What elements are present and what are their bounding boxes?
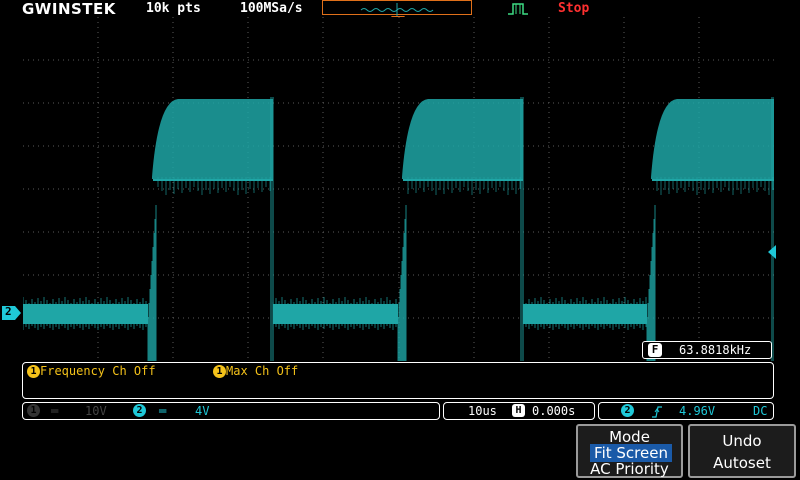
ch2-marker-label: 2 [5,305,12,318]
ch2-ground-marker[interactable]: 2 [2,305,22,324]
horizontal-position-badge: H [512,404,525,417]
trigger-level-marker[interactable] [766,244,776,263]
brand-logo: GWINSTEK [22,0,116,18]
ch1-badge[interactable]: 1 [27,404,40,417]
frequency-value: 63.8818kHz [679,343,752,357]
ch2-badge[interactable]: 2 [133,404,146,417]
ch1-scale: 10V [85,404,107,418]
overview-waveform-icon [360,3,434,16]
measurement-2-label: Max Ch Off [226,364,299,378]
frequency-readout: F 63.8818kHz [642,341,772,359]
trigger-status: 2 4.96V DC [598,402,774,420]
measurement-2[interactable]: 1 Max Ch Off [213,364,298,378]
channel-status: 1 ═ 10V 2 ═ 4V [22,402,440,420]
ch2-coupling-icon: ═ [159,404,167,418]
memory-overview-bar[interactable] [322,0,472,16]
measurement-2-source: 1 [213,365,226,378]
mode-softkey[interactable]: Mode Fit Screen AC Priority [576,424,683,478]
waveform-display [23,17,774,361]
rising-edge-icon [651,404,663,423]
measurement-1-label: Frequency Ch Off [40,364,156,378]
timebase-status: 10us H 0.000s [443,402,595,420]
frequency-badge: F [648,343,662,357]
measurement-panel: 1 Frequency Ch Off 1 Max Ch Off [22,362,774,399]
ch1-coupling-icon: ═ [51,404,59,418]
autoset-label: Autoset [713,454,771,472]
run-stop-status[interactable]: Stop [558,1,589,16]
trigger-level[interactable]: 4.96V [679,404,715,418]
timebase-value[interactable]: 10us [468,404,497,418]
record-length: 10k pts [146,1,201,16]
ch2-scale: 4V [195,404,210,418]
trigger-coupling: DC [753,404,768,418]
measurement-1[interactable]: 1 Frequency Ch Off [27,364,156,378]
undo-label: Undo [722,432,762,450]
undo-autoset-softkey[interactable]: Undo Autoset [688,424,796,478]
sample-rate: 100MSa/s [240,1,303,16]
measurement-1-source: 1 [27,365,40,378]
horizontal-position[interactable]: 0.000s [532,404,575,418]
mode-option-ac-priority: AC Priority [590,460,669,478]
trigger-source-badge[interactable]: 2 [621,404,634,417]
